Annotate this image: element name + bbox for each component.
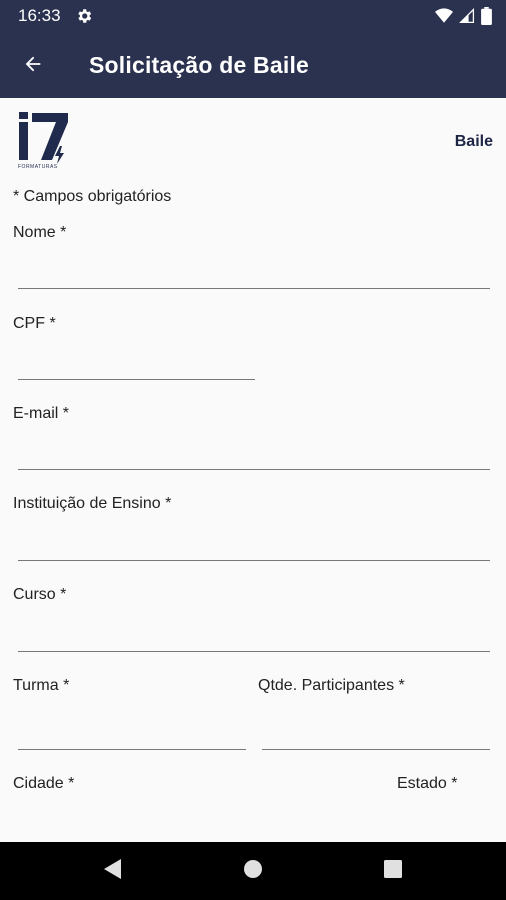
email-underline bbox=[18, 469, 490, 470]
turma-underline bbox=[18, 749, 246, 750]
brand-logo bbox=[16, 110, 72, 172]
system-nav-bar bbox=[0, 842, 506, 900]
turma-label: Turma * bbox=[13, 677, 70, 694]
participantes-underline bbox=[262, 749, 490, 750]
back-button[interactable] bbox=[16, 49, 50, 83]
page-title: Solicitação de Baile bbox=[89, 52, 310, 78]
email-label: E-mail * bbox=[13, 405, 70, 422]
curso-underline bbox=[18, 651, 490, 652]
battery-icon bbox=[481, 7, 492, 30]
recents-square-icon bbox=[383, 859, 403, 884]
logo-caption: FORMATURAS bbox=[18, 164, 58, 170]
nome-label: Nome * bbox=[13, 224, 67, 241]
estado-label: Estado * bbox=[397, 775, 458, 792]
form-content: FORMATURAS Baile * Campos obrigatórios N… bbox=[0, 98, 506, 842]
nav-back-button[interactable] bbox=[100, 858, 126, 884]
status-icons bbox=[435, 7, 492, 30]
cpf-label: CPF * bbox=[13, 315, 56, 332]
app-bar: Solicitação de Baile bbox=[0, 32, 506, 98]
curso-label: Curso * bbox=[13, 586, 67, 603]
home-circle-icon bbox=[242, 858, 264, 885]
cidade-field[interactable] bbox=[18, 804, 378, 836]
cidade-label: Cidade * bbox=[13, 775, 75, 792]
estado-field[interactable] bbox=[397, 804, 490, 836]
participantes-label: Qtde. Participantes * bbox=[258, 677, 405, 694]
instituicao-field[interactable] bbox=[18, 526, 490, 558]
wifi-icon bbox=[435, 8, 453, 29]
cpf-underline bbox=[18, 379, 255, 380]
nav-home-button[interactable] bbox=[240, 858, 266, 884]
nome-field[interactable] bbox=[18, 254, 490, 286]
arrow-left-icon bbox=[22, 53, 44, 80]
event-type-label: Baile bbox=[454, 133, 493, 150]
turma-field[interactable] bbox=[18, 715, 246, 747]
status-bar: 16:33 bbox=[0, 0, 506, 32]
back-triangle-icon bbox=[103, 858, 123, 885]
gear-icon bbox=[75, 7, 93, 30]
cpf-field[interactable] bbox=[18, 345, 255, 377]
email-field[interactable] bbox=[18, 435, 490, 467]
participantes-field[interactable] bbox=[262, 715, 490, 747]
required-fields-note: * Campos obrigatórios bbox=[13, 188, 172, 205]
nav-recents-button[interactable] bbox=[380, 858, 406, 884]
signal-icon bbox=[459, 8, 475, 29]
instituicao-underline bbox=[18, 560, 490, 561]
status-time: 16:33 bbox=[18, 6, 61, 25]
instituicao-label: Instituição de Ensino * bbox=[13, 495, 172, 512]
nome-underline bbox=[18, 288, 490, 289]
curso-field[interactable] bbox=[18, 617, 490, 649]
